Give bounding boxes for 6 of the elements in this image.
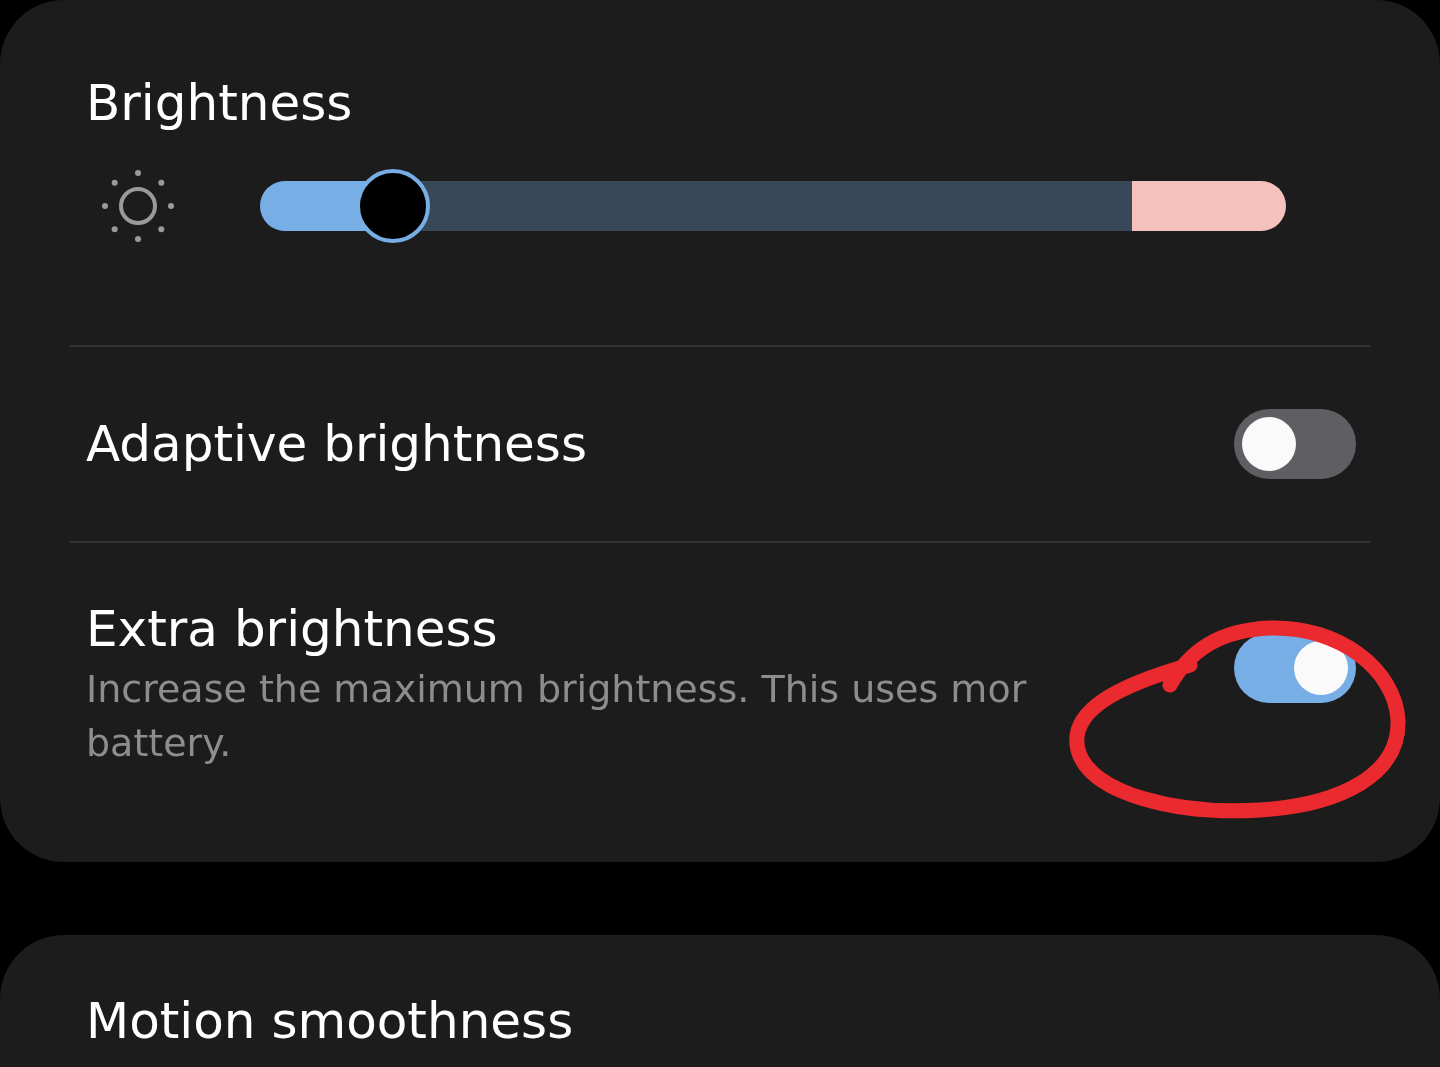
setting-label: Adaptive brightness — [86, 414, 587, 474]
setting-description: Increase the maximum brightness. This uses mor battery. — [86, 666, 1027, 767]
section-title: Brightness — [85, 73, 353, 133]
section-title: Motion smoothness — [85, 991, 574, 1051]
setting-label: Extra brightness — [86, 599, 498, 659]
brightness-slider[interactable] — [260, 169, 1286, 243]
